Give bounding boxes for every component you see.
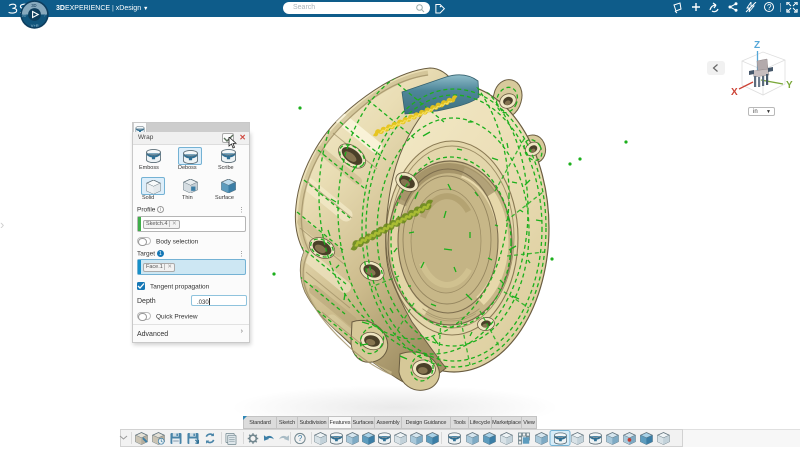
svg-text:3D: 3D <box>22 14 27 18</box>
svg-text:3D: 3D <box>31 3 36 8</box>
svg-text:?: ? <box>767 3 772 12</box>
svg-text:?: ? <box>298 434 303 443</box>
svg-text:V+R: V+R <box>31 23 39 28</box>
